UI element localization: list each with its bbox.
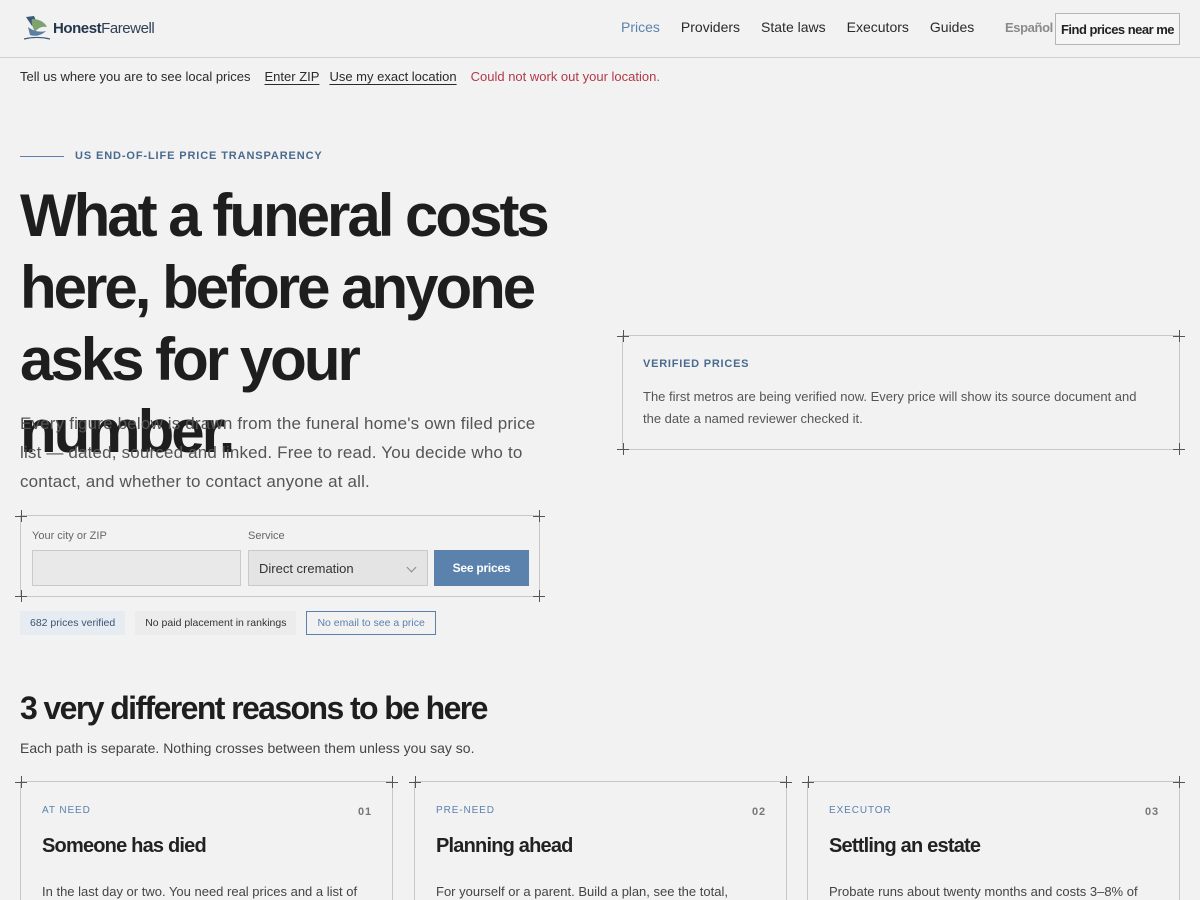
top-navigation-bar: HonestFarewell Prices Providers State la…	[0, 0, 1200, 58]
service-selected-value: Direct cremation	[259, 560, 354, 576]
verified-card-body: The first metros are being verified now.…	[643, 389, 1137, 426]
no-email-badge: No email to see a price	[306, 611, 436, 635]
verified-count-badge: 682 prices verified	[20, 611, 126, 635]
corner-mark	[617, 443, 629, 455]
corner-mark	[780, 776, 792, 788]
location-bar: Tell us where you are to see local price…	[20, 69, 660, 84]
verified-prices-card: VERIFIED PRICES The first metros are bei…	[617, 330, 1185, 455]
reason-title: Someone has died	[42, 835, 207, 857]
enter-zip-link[interactable]: Enter ZIP	[265, 69, 320, 84]
reasons-title: 3 very different reasons to be here	[20, 690, 488, 726]
city-zip-input[interactable]	[32, 550, 241, 586]
nav-prices[interactable]: Prices	[621, 19, 660, 35]
reason-text: In the last day or two. You need real pr…	[42, 884, 358, 899]
corner-mark	[15, 510, 27, 522]
corner-mark	[802, 776, 814, 788]
language-switch[interactable]: Español	[1005, 20, 1053, 35]
nav-executors[interactable]: Executors	[847, 19, 909, 35]
hero-lede: Every figure below is drawn from the fun…	[20, 414, 536, 491]
nav-guides[interactable]: Guides	[930, 19, 974, 35]
hero-eyebrow: US END-OF-LIFE PRICE TRANSPARENCY	[20, 150, 323, 162]
corner-mark	[15, 776, 27, 788]
eyebrow-rule	[20, 155, 64, 157]
reason-title: Settling an estate	[829, 835, 981, 857]
corner-mark	[1173, 776, 1185, 788]
brand-name: HonestFarewell	[53, 19, 155, 37]
corner-mark	[533, 510, 545, 522]
main-nav: Prices Providers State laws Executors Gu…	[621, 19, 995, 35]
service-select[interactable]: Direct cremation	[248, 550, 428, 586]
eyebrow-text: US END-OF-LIFE PRICE TRANSPARENCY	[75, 150, 323, 162]
chevron-down-icon	[406, 562, 417, 573]
see-prices-button[interactable]: See prices	[434, 550, 529, 586]
corner-mark	[1173, 443, 1185, 455]
reason-text: For yourself or a parent. Build a plan, …	[436, 884, 728, 899]
location-error: Could not work out your location.	[470, 69, 660, 84]
service-label: Service	[248, 530, 285, 542]
verified-card-title: VERIFIED PRICES	[643, 358, 750, 370]
reason-card-pre-need[interactable]: PRE-NEED 02 Planning ahead For yourself …	[409, 776, 792, 900]
brand-logo[interactable]: HonestFarewell	[20, 13, 155, 43]
trust-badges: 682 prices verified No paid placement in…	[20, 611, 446, 635]
price-search-form: Your city or ZIP Service Direct crematio…	[15, 510, 545, 602]
reason-card-at-need[interactable]: AT NEED 01 Someone has died In the last …	[15, 776, 398, 900]
corner-mark	[617, 330, 629, 342]
reason-number: 03	[1145, 806, 1159, 818]
reason-number: 02	[752, 806, 766, 818]
nav-providers[interactable]: Providers	[681, 19, 740, 35]
find-prices-button[interactable]: Find prices near me	[1055, 13, 1180, 45]
corner-mark	[409, 776, 421, 788]
use-location-link[interactable]: Use my exact location	[329, 69, 456, 84]
corner-mark	[386, 776, 398, 788]
nav-state-laws[interactable]: State laws	[761, 19, 826, 35]
corner-mark	[15, 590, 27, 602]
corner-mark	[533, 590, 545, 602]
corner-mark	[1173, 330, 1185, 342]
reason-tag: PRE-NEED	[436, 805, 495, 816]
reason-text: Probate runs about twenty months and cos…	[829, 884, 1138, 899]
reason-card-executor[interactable]: EXECUTOR 03 Settling an estate Probate r…	[802, 776, 1185, 900]
reason-title: Planning ahead	[436, 835, 573, 857]
reason-number: 01	[358, 806, 372, 818]
location-prompt: Tell us where you are to see local price…	[20, 69, 251, 84]
reasons-subtitle: Each path is separate. Nothing crosses b…	[20, 740, 475, 756]
reason-tag: AT NEED	[42, 805, 91, 816]
dove-icon	[23, 16, 51, 40]
reason-tag: EXECUTOR	[829, 805, 892, 816]
city-label: Your city or ZIP	[32, 530, 107, 542]
no-paid-placement-badge: No paid placement in rankings	[135, 611, 297, 635]
